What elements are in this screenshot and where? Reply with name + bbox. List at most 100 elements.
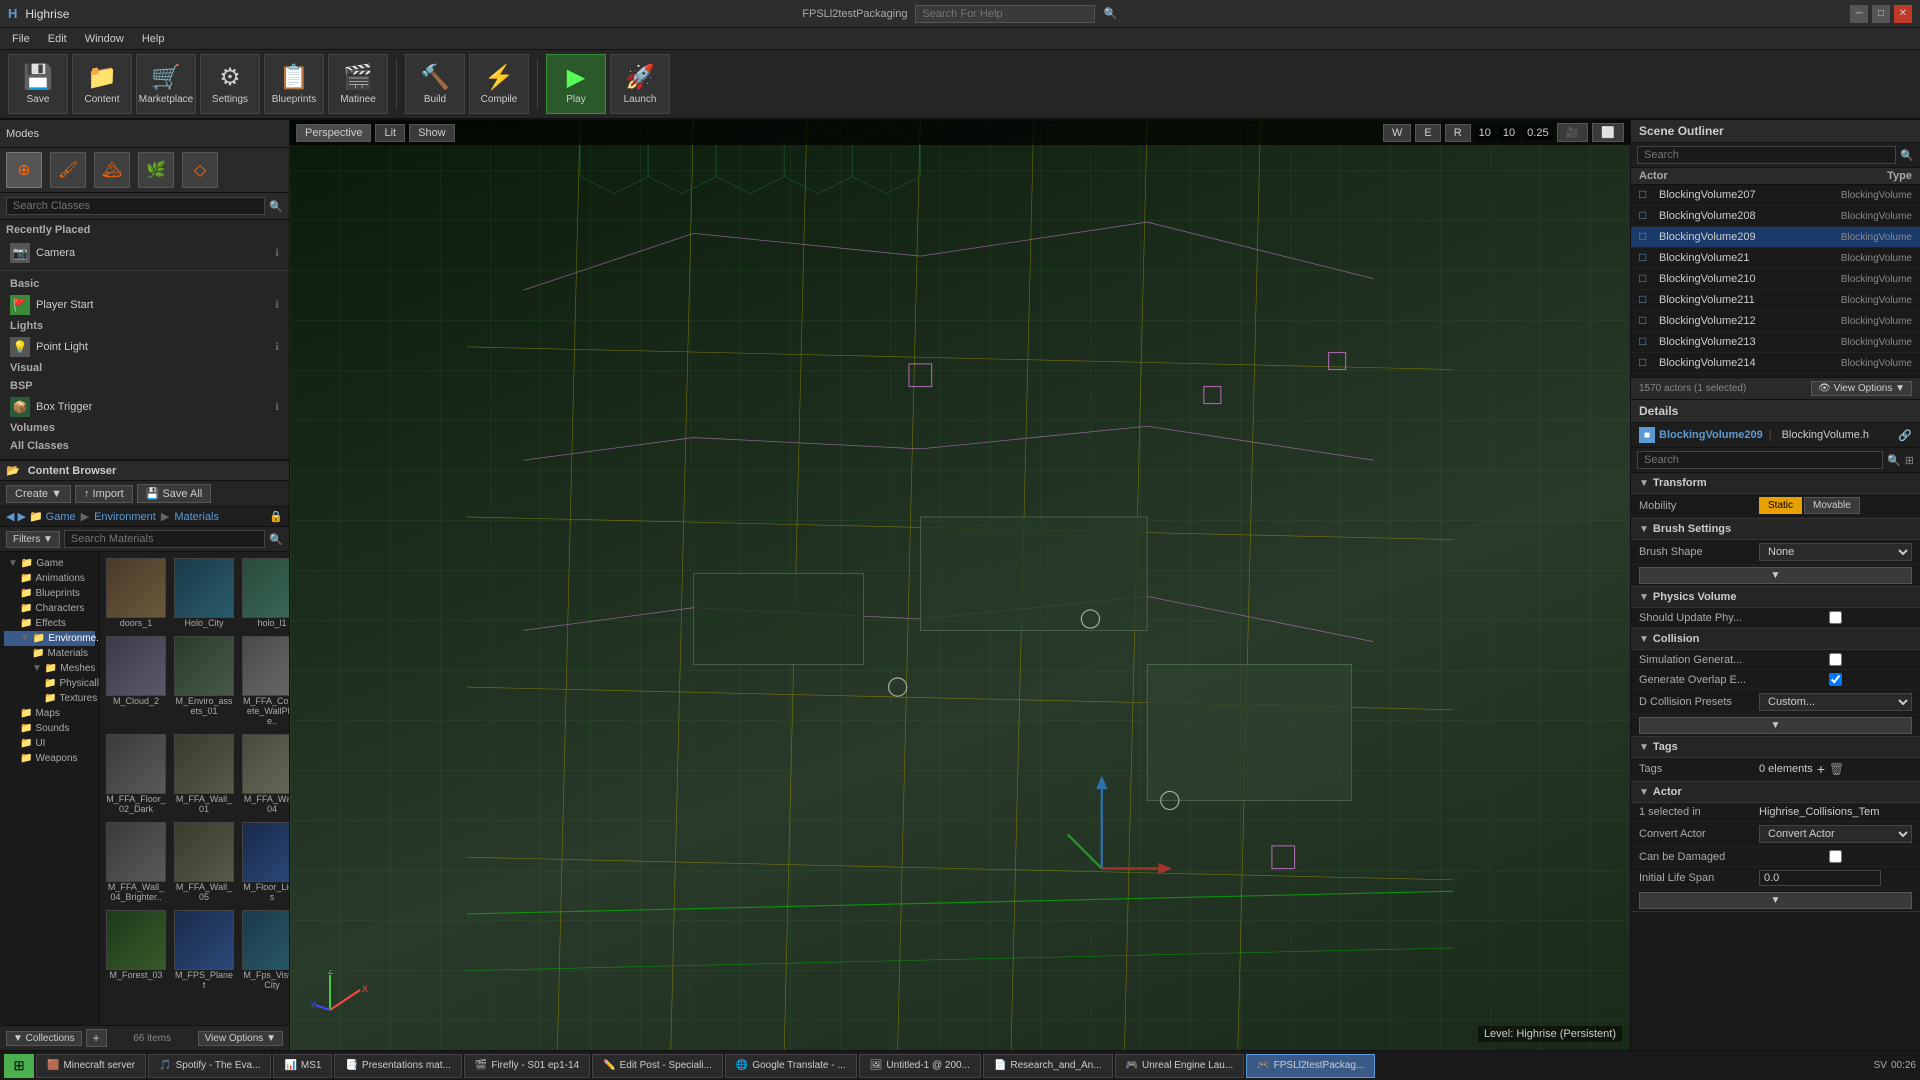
actor-row-21[interactable]: □ BlockingVolume21 BlockingVolume: [1631, 248, 1920, 269]
tree-environment[interactable]: ▼📁Environme..: [4, 631, 95, 646]
asset-fps-vista-city[interactable]: M_Fps_Vista_City: [240, 908, 289, 992]
vp-translate-button[interactable]: W: [1383, 124, 1411, 142]
transform-section-header[interactable]: ▼ Transform: [1631, 473, 1920, 494]
show-button[interactable]: Show: [409, 124, 455, 142]
taskbar-research[interactable]: 📄 Research_and_An...: [983, 1054, 1113, 1078]
tree-game[interactable]: ▼📁Game: [4, 556, 95, 571]
tree-animations[interactable]: 📁Animations: [4, 571, 95, 586]
del-tag-button[interactable]: 🗑: [1829, 762, 1844, 776]
collision-presets-select[interactable]: Custom...: [1759, 693, 1912, 711]
menu-help[interactable]: Help: [134, 31, 173, 47]
view-options-outliner-button[interactable]: 👁 View Options ▼: [1811, 381, 1912, 396]
toolbar-launch-button[interactable]: 🚀 Launch: [610, 54, 670, 114]
toolbar-matinee-button[interactable]: 🎬 Matinee: [328, 54, 388, 114]
tree-characters[interactable]: 📁Characters: [4, 601, 95, 616]
actor-row-209[interactable]: □ BlockingVolume209 BlockingVolume: [1631, 227, 1920, 248]
actor-header[interactable]: ▼ Actor: [1631, 782, 1920, 803]
scene-outliner-search-input[interactable]: [1637, 146, 1896, 164]
actor-row-210[interactable]: □ BlockingVolume210 BlockingVolume: [1631, 269, 1920, 290]
perspective-button[interactable]: Perspective: [296, 124, 371, 142]
tree-blueprints[interactable]: 📁Blueprints: [4, 586, 95, 601]
asset-mcloud2[interactable]: M_Cloud_2: [104, 634, 168, 728]
import-button[interactable]: ↑ Import: [75, 485, 133, 503]
view-options-button[interactable]: View Options ▼: [198, 1031, 283, 1046]
sim-gen-checkbox[interactable]: [1759, 653, 1912, 666]
toolbar-settings-button[interactable]: ⚙ Settings: [200, 54, 260, 114]
path-back-icon[interactable]: ◀: [6, 510, 14, 523]
asset-wall01[interactable]: M_FFA_Wall_01: [172, 732, 236, 816]
tree-effects[interactable]: 📁Effects: [4, 616, 95, 631]
asset-forest03[interactable]: M_Forest_03: [104, 908, 168, 992]
placement-mode-button[interactable]: ⊕: [6, 152, 42, 188]
vp-scale-button[interactable]: R: [1445, 124, 1471, 142]
tree-meshes[interactable]: ▼📁Meshes: [4, 661, 95, 676]
category-bsp[interactable]: BSP: [6, 377, 283, 395]
lit-button[interactable]: Lit: [375, 124, 405, 142]
taskbar-google-translate[interactable]: 🌐 Google Translate - ...: [725, 1054, 857, 1078]
taskbar-fps-test[interactable]: 🎮 FPSLl2testPackag...: [1246, 1054, 1375, 1078]
asset-wall04[interactable]: M_FFA_Wall_04: [240, 732, 289, 816]
asset-menviro[interactable]: M_Enviro_assets_01: [172, 634, 236, 728]
menu-file[interactable]: File: [4, 31, 38, 47]
toolbar-save-button[interactable]: 💾 Save: [8, 54, 68, 114]
asset-wall04-brighter2[interactable]: M_FFA_Wall_04_Brighter..: [104, 820, 168, 904]
maximize-viewport-button[interactable]: ⬜: [1592, 123, 1624, 142]
actor-row-211[interactable]: □ BlockingVolume211 BlockingVolume: [1631, 290, 1920, 311]
taskbar-presentations[interactable]: 📑 Presentations mat...: [334, 1054, 461, 1078]
minimize-button[interactable]: ─: [1850, 5, 1868, 23]
create-button[interactable]: Create ▼: [6, 485, 71, 503]
collision-expand-button[interactable]: ▼: [1639, 717, 1912, 734]
should-update-checkbox[interactable]: [1759, 611, 1912, 624]
search-materials-input[interactable]: [64, 530, 265, 548]
geometry-mode-button[interactable]: ◇: [182, 152, 218, 188]
actor-row-213[interactable]: □ BlockingVolume213 BlockingVolume: [1631, 332, 1920, 353]
taskbar-firefly[interactable]: 🎬 Firefly - S01 ep1-14: [464, 1054, 590, 1078]
category-all-classes[interactable]: All Classes: [6, 437, 283, 455]
taskbar-minecraft[interactable]: 🟫 Minecraft server: [36, 1054, 146, 1078]
tree-physically[interactable]: 📁Physicall..: [4, 676, 95, 691]
asset-doors-1[interactable]: doors_1: [104, 556, 168, 630]
taskbar-edit-post[interactable]: ✏️ Edit Post - Speciali...: [592, 1054, 723, 1078]
foliage-mode-button[interactable]: 🌿: [138, 152, 174, 188]
path-materials[interactable]: Materials: [174, 511, 219, 523]
maximize-button[interactable]: □: [1872, 5, 1890, 23]
help-search-input[interactable]: [915, 5, 1095, 23]
category-lights[interactable]: Lights: [6, 317, 283, 335]
brush-settings-header[interactable]: ▼ Brush Settings: [1631, 519, 1920, 540]
asset-holo-city[interactable]: Holo_City: [172, 556, 236, 630]
convert-actor-select[interactable]: Convert Actor: [1759, 825, 1912, 843]
menu-edit[interactable]: Edit: [40, 31, 75, 47]
tags-header[interactable]: ▼ Tags: [1631, 737, 1920, 758]
menu-window[interactable]: Window: [77, 31, 132, 47]
viewport[interactable]: Perspective Lit Show W E R 10 10 0.25 🎥 …: [290, 120, 1630, 1050]
asset-wall05[interactable]: M_FFA_Wall_05: [172, 820, 236, 904]
category-volumes[interactable]: Volumes: [6, 419, 283, 437]
collision-header[interactable]: ▼ Collision: [1631, 629, 1920, 650]
collections-button[interactable]: ▼ Collections: [6, 1031, 82, 1046]
placed-item-camera[interactable]: 📷 Camera ℹ: [6, 240, 283, 266]
tree-textures[interactable]: 📁Textures: [4, 691, 95, 706]
landscape-mode-button[interactable]: 🏔: [94, 152, 130, 188]
category-visual[interactable]: Visual: [6, 359, 283, 377]
brush-shape-select[interactable]: None: [1759, 543, 1912, 561]
toolbar-build-button[interactable]: 🔨 Build: [405, 54, 465, 114]
start-button[interactable]: ⊞: [4, 1054, 34, 1078]
filter-icon[interactable]: ⊞: [1905, 454, 1914, 467]
add-collection-button[interactable]: +: [86, 1029, 107, 1047]
asset-floor02-dark[interactable]: M_FFA_Floor_02_Dark: [104, 732, 168, 816]
tree-weapons[interactable]: 📁Weapons: [4, 751, 95, 766]
tree-maps[interactable]: 📁Maps: [4, 706, 95, 721]
movable-button[interactable]: Movable: [1804, 497, 1860, 514]
asset-holo-l1[interactable]: holo_l1: [240, 556, 289, 630]
toolbar-marketplace-button[interactable]: 🛒 Marketplace: [136, 54, 196, 114]
search-classes-input[interactable]: [6, 197, 265, 215]
path-game[interactable]: Game: [46, 511, 76, 523]
actor-row-214[interactable]: □ BlockingVolume214 BlockingVolume: [1631, 353, 1920, 374]
details-search-input[interactable]: [1637, 451, 1883, 469]
static-button[interactable]: Static: [1759, 497, 1802, 514]
path-forward-icon[interactable]: ▶: [17, 510, 25, 523]
initial-life-span-input[interactable]: [1759, 870, 1881, 886]
actor-row-207[interactable]: □ BlockingVolume207 BlockingVolume: [1631, 185, 1920, 206]
category-basic[interactable]: Basic: [6, 275, 283, 293]
close-button[interactable]: ✕: [1894, 5, 1912, 23]
